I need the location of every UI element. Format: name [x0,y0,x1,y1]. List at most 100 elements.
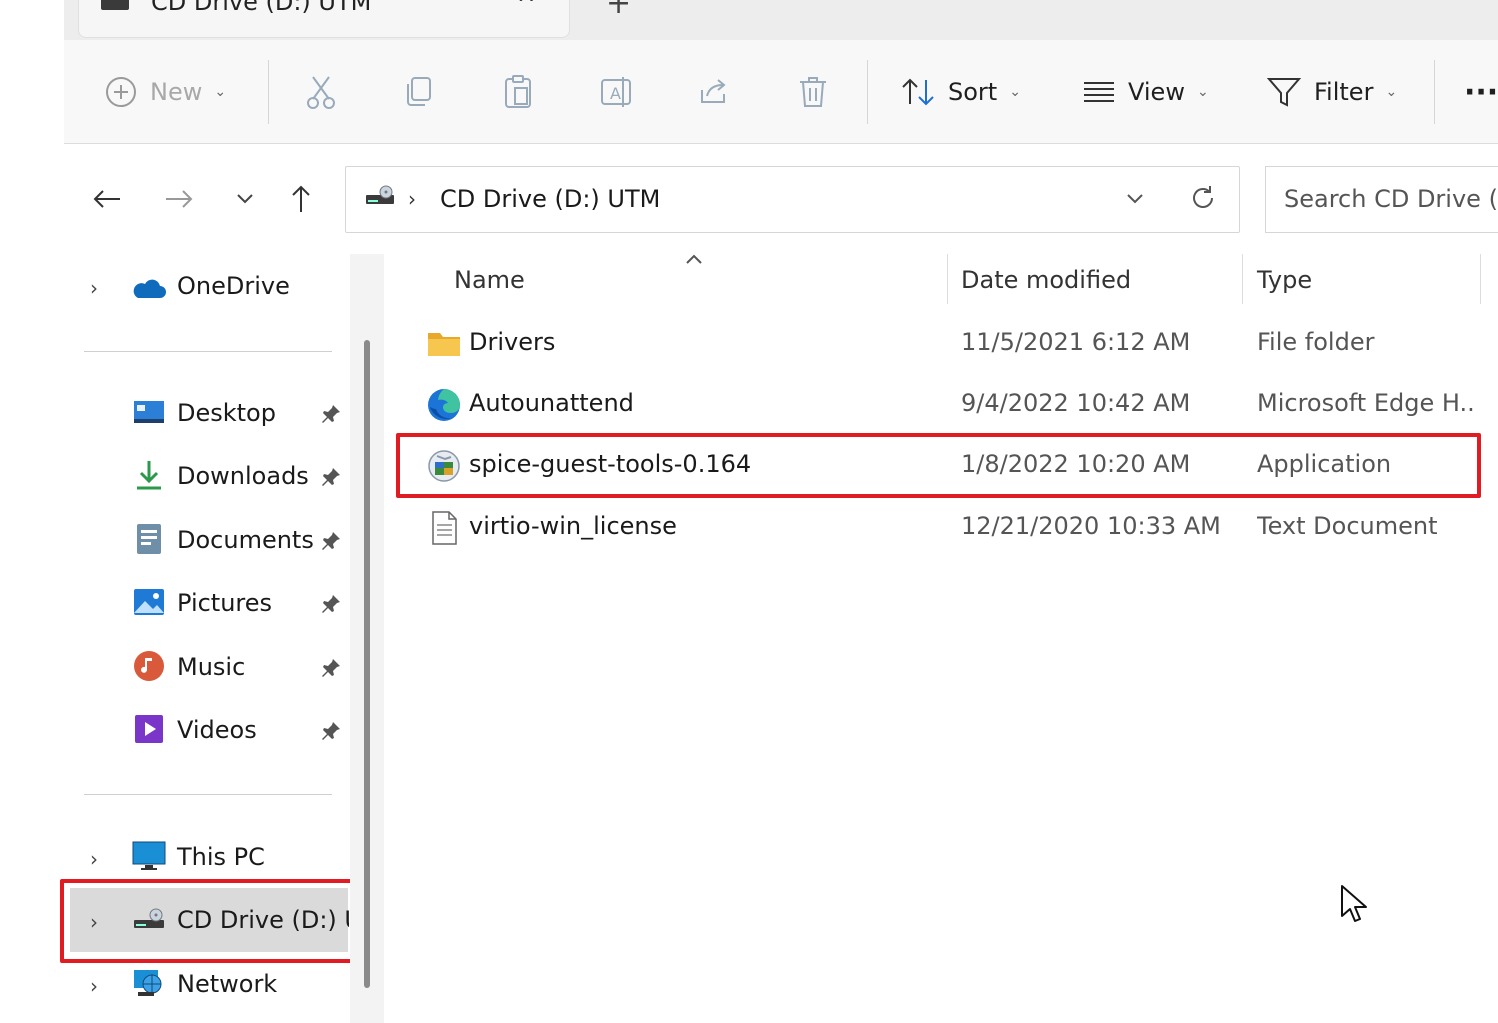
expand-icon[interactable]: › [90,847,98,871]
column-header-type[interactable]: Type [1257,266,1312,294]
cut-button[interactable] [304,74,338,110]
text-file-icon [432,511,457,545]
file-type: Text Document [1257,512,1438,540]
copy-button[interactable] [402,74,436,110]
chevron-down-icon [1127,194,1143,204]
recent-locations-button[interactable] [228,182,262,216]
rename-icon: A [601,77,631,107]
expand-icon[interactable]: › [90,276,98,300]
chevron-down-icon: ⌄ [1009,84,1021,100]
address-history-button[interactable] [1124,187,1146,213]
documents-icon [137,524,161,554]
pin-icon[interactable] [320,657,342,679]
sidebar-divider [84,351,332,352]
network-icon [134,970,162,996]
svg-text:A: A [610,84,621,103]
sidebar-item-label: Videos [177,716,257,744]
expand-icon[interactable]: › [90,974,98,998]
pin-icon[interactable] [320,403,342,425]
highlight-box-sidebar [60,879,358,963]
chevron-down-icon: ⌄ [1385,84,1398,100]
paste-button[interactable] [501,74,535,110]
sidebar-item-label: This PC [177,843,265,871]
address-bar[interactable]: › CD Drive (D:) UTM [345,166,1240,233]
delete-button[interactable] [796,74,830,110]
share-button[interactable] [697,74,731,110]
sidebar-item-downloads[interactable]: Downloads [64,448,350,504]
arrow-left-icon [93,190,120,208]
new-label: New [150,78,203,106]
command-bar: New ⌄ A Sort ⌄ View ⌄ Filter ⌄ ··· [64,40,1498,144]
edge-icon [428,389,460,421]
file-name: Drivers [469,328,556,356]
column-divider[interactable] [1242,254,1243,304]
chevron-down-icon [237,194,253,204]
pin-icon[interactable] [320,530,342,552]
cut-icon [307,76,335,109]
refresh-button[interactable] [1188,183,1218,217]
sort-icon [902,78,934,106]
pin-icon[interactable] [320,466,342,488]
forward-button[interactable] [162,182,196,216]
cd-drive-icon [366,185,394,204]
sidebar-item-pictures[interactable]: Pictures [64,575,350,631]
highlight-box-file [396,433,1481,498]
sidebar-item-label: Documents [177,526,314,554]
breadcrumb-location[interactable]: CD Drive (D:) UTM [440,185,660,213]
tab-cd-drive[interactable]: CD Drive (D:) UTM ^ [78,0,570,38]
sidebar-item-music[interactable]: Music [64,639,350,695]
drive-icon [101,0,129,10]
chevron-down-icon: ⌄ [214,84,227,100]
file-type: Microsoft Edge H... [1257,389,1477,417]
search-input[interactable]: Search CD Drive (D:) [1265,166,1498,233]
file-date: 9/4/2022 10:42 AM [961,389,1191,417]
column-header-name[interactable]: Name [454,266,525,294]
sidebar-scrollbar-thumb[interactable] [364,340,370,988]
file-date: 12/21/2020 10:33 AM [961,512,1221,540]
file-name: Autounattend [469,389,634,417]
sidebar-item-onedrive[interactable]: › OneDrive [64,258,350,314]
view-button[interactable]: View ⌄ [1082,68,1209,116]
new-tab-button[interactable]: + [606,0,631,21]
up-button[interactable] [284,182,318,216]
sort-ascending-icon [686,254,702,264]
pin-icon[interactable] [320,593,342,615]
filter-button[interactable]: Filter ⌄ [1266,68,1397,116]
paste-icon [505,75,531,108]
toolbar-divider [1434,60,1435,124]
arrow-right-icon [166,190,193,208]
breadcrumb-separator: › [408,187,416,211]
sidebar-item-this-pc[interactable]: › This PC [64,829,350,885]
file-date: 11/5/2021 6:12 AM [961,328,1191,356]
sidebar-item-network[interactable]: › Network [64,956,350,1012]
desktop-icon [134,401,164,423]
file-row[interactable]: Drivers 11/5/2021 6:12 AM File folder [384,314,1498,374]
file-row[interactable]: Autounattend 9/4/2022 10:42 AM Microsoft… [384,375,1498,435]
pin-icon[interactable] [320,720,342,742]
back-button[interactable] [90,182,124,216]
music-icon [134,651,164,681]
sidebar-item-label: Network [177,970,278,998]
column-divider[interactable] [947,254,948,304]
new-button[interactable]: New ⌄ [104,68,226,116]
sidebar-item-label: Pictures [177,589,273,617]
copy-icon [407,77,431,106]
file-name: virtio-win_license [469,512,677,540]
column-header-date[interactable]: Date modified [961,266,1131,294]
sort-button[interactable]: Sort ⌄ [900,68,1021,116]
sidebar-item-documents[interactable]: Documents [64,512,350,568]
toolbar-divider [268,60,269,124]
cloud-icon [133,279,166,298]
file-row[interactable]: virtio-win_license 12/21/2020 10:33 AM T… [384,498,1498,558]
filter-icon [1266,78,1302,107]
videos-icon [135,715,163,743]
sidebar-item-videos[interactable]: Videos [64,702,350,758]
column-divider[interactable] [1480,254,1481,304]
more-options-button[interactable]: ··· [1464,68,1498,116]
sidebar-divider [84,794,332,795]
close-tab-icon[interactable]: ^ [517,0,535,17]
sidebar-item-label: OneDrive [177,272,290,300]
rename-button[interactable]: A [599,74,633,110]
filter-label: Filter [1314,78,1374,106]
sidebar-item-desktop[interactable]: Desktop [64,385,350,441]
